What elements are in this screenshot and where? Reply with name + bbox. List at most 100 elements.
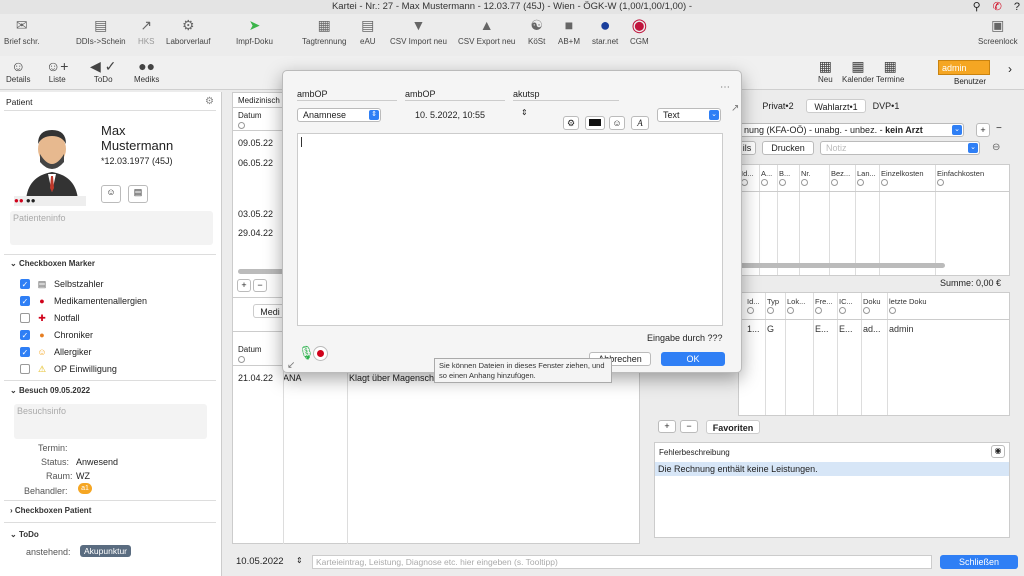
help-icon[interactable]: ? <box>1014 0 1020 14</box>
visit-info-field[interactable]: Besuchsinfo <box>14 404 207 439</box>
date-stepper[interactable]: ⇕ <box>296 556 303 565</box>
sort-indicator[interactable] <box>831 179 838 188</box>
entry-date[interactable]: 10.05.2022 <box>236 556 284 567</box>
table-cell[interactable]: admin <box>889 324 914 334</box>
todo-header[interactable]: ⌄ ToDo <box>10 530 39 539</box>
font-icon[interactable]: A <box>631 116 649 130</box>
notiz-field[interactable]: Notiz ⌄ <box>820 141 980 155</box>
remove-button[interactable]: − <box>253 279 267 292</box>
visit-header[interactable]: ⌄ Besuch 09.05.2022 <box>10 386 90 395</box>
marker-checkbox[interactable]: ✓ <box>20 296 30 306</box>
column-header[interactable]: Lok... <box>787 297 805 306</box>
patient-info-field[interactable]: Patienteninfo <box>10 211 213 245</box>
phone-icon[interactable]: ✆ <box>993 0 1002 14</box>
column-header[interactable]: Bez... <box>831 169 850 178</box>
entry-input[interactable]: Karteieintrag, Leistung, Diagnose etc. h… <box>312 555 932 569</box>
column-header[interactable]: letzte Doku <box>889 297 927 306</box>
sort-indicator[interactable] <box>937 179 944 188</box>
raum-value[interactable]: WZ <box>76 471 90 481</box>
sort-indicator[interactable] <box>801 179 808 188</box>
field-1[interactable]: ambOP <box>297 87 397 101</box>
marker-checkbox[interactable]: ✓ <box>20 279 30 289</box>
sort-indicator[interactable] <box>779 179 786 188</box>
marker-checkbox[interactable]: ✓ <box>20 330 30 340</box>
table-cell[interactable]: 1... <box>747 324 760 334</box>
star-net-button[interactable]: ● star.net <box>592 16 618 46</box>
sort-indicator[interactable] <box>857 179 864 188</box>
scrollbar[interactable] <box>739 263 945 268</box>
format-select[interactable]: Text ⌄ <box>657 108 721 122</box>
marker-checkbox[interactable] <box>20 364 30 374</box>
cgm-button[interactable]: ◉ CGM <box>630 16 649 46</box>
hks-button[interactable]: ↗ HKS <box>138 16 154 46</box>
gear-icon[interactable]: ⚙ <box>563 116 579 130</box>
sort-indicator[interactable] <box>787 307 794 316</box>
print-button[interactable]: Drucken <box>762 141 814 155</box>
more-icon[interactable]: ⋯ <box>720 82 730 93</box>
lower-row-text[interactable]: Klagt über Magenschme <box>349 373 447 383</box>
resize-icon[interactable]: ↙ <box>287 360 295 371</box>
user-badge[interactable]: admin <box>938 60 990 75</box>
termine-button[interactable]: ▦ Termine <box>876 58 904 84</box>
todo-item[interactable]: Akupunktur <box>80 545 131 557</box>
billing-selector[interactable]: nung (KFA-OÖ) - unabg. - unbez. - kein A… <box>738 123 964 137</box>
column-header[interactable]: Lan... <box>857 169 876 178</box>
csv-import-neu-button[interactable]: ▼ CSV Import neu <box>390 16 447 46</box>
add-button[interactable]: + <box>658 420 676 433</box>
remove-button[interactable]: − <box>996 123 1002 134</box>
table-cell[interactable]: G <box>767 324 774 334</box>
entry-date[interactable]: 03.05.22 <box>238 209 273 219</box>
sort-indicator[interactable] <box>889 307 896 316</box>
column-header[interactable]: Typ <box>767 297 779 306</box>
sort-indicator[interactable] <box>881 179 888 188</box>
sort-indicator[interactable] <box>839 307 846 316</box>
color-icon[interactable] <box>585 116 605 130</box>
column-header[interactable]: Einzelkosten <box>881 169 924 178</box>
collapse-icon[interactable]: ⊖ <box>992 142 1000 153</box>
liste-button[interactable]: ☺+ Liste <box>46 58 68 84</box>
column-header[interactable]: Doku <box>863 297 881 306</box>
table-cell[interactable]: ad... <box>863 324 881 334</box>
details-button[interactable]: ☺ Details <box>6 58 30 84</box>
contact-button[interactable]: ☺ <box>101 185 121 203</box>
brief-schr-button[interactable]: ✉ Brief schr. <box>4 16 40 46</box>
ok-button[interactable]: OK <box>661 352 725 366</box>
add-button[interactable]: + <box>976 123 990 137</box>
ab-m-button[interactable]: ■ AB+M <box>558 16 580 46</box>
tab-wahlarzt[interactable]: Wahlarzt•1 <box>806 99 866 113</box>
entry-date[interactable]: 06.05.22 <box>238 158 273 168</box>
k-st-button[interactable]: ☯ KöSt <box>528 16 545 46</box>
entry-date[interactable]: 09.05.22 <box>238 138 273 148</box>
gear-icon[interactable]: ⚙ <box>205 96 214 107</box>
sort-indicator[interactable] <box>761 179 768 188</box>
expand-icon[interactable]: ↗ <box>731 103 739 114</box>
behandler-badge[interactable]: a1 <box>78 483 92 494</box>
lower-col-sort[interactable] <box>238 355 245 365</box>
sort-indicator[interactable] <box>747 307 754 316</box>
emoji-icon[interactable]: ☺ <box>609 116 625 130</box>
datetime-field[interactable]: 10. 5.2022, 10:55 <box>415 108 485 122</box>
search-icon[interactable]: ⚲ <box>973 0 981 14</box>
column-header[interactable]: A... <box>761 169 772 178</box>
type-select[interactable]: Anamnese ⇕ <box>297 108 381 122</box>
sort-indicator[interactable] <box>815 307 822 316</box>
add-button[interactable]: + <box>237 279 251 292</box>
neu-button[interactable]: ▦ Neu <box>818 58 833 84</box>
remove-button[interactable]: − <box>680 420 698 433</box>
ddis-schein-button[interactable]: ▤ DDIs->Schein <box>76 16 126 46</box>
markers-header[interactable]: ⌄ Checkboxen Marker <box>10 259 95 268</box>
text-area[interactable] <box>297 133 723 326</box>
column-header[interactable]: Fre... <box>815 297 833 306</box>
card-button[interactable]: ▤ <box>128 185 148 203</box>
column-header[interactable]: IC... <box>839 297 853 306</box>
kalender-button[interactable]: ▦ Kalender <box>842 58 874 84</box>
impf-doku-button[interactable]: ➤ Impf-Doku <box>236 16 273 46</box>
table-cell[interactable]: E... <box>815 324 829 334</box>
column-header[interactable]: B... <box>779 169 790 178</box>
checkboxes-patient-header[interactable]: › Checkboxen Patient <box>10 506 91 515</box>
tagtrennung-button[interactable]: ▦ Tagtrennung <box>302 16 346 46</box>
screenlock-button[interactable]: ▣ Screenlock <box>978 16 1018 46</box>
todo-button[interactable]: ◀ ✓ ToDo <box>90 58 116 84</box>
csv-export-neu-button[interactable]: ▲ CSV Export neu <box>458 16 515 46</box>
datetime-stepper[interactable]: ⇕ <box>521 108 528 117</box>
